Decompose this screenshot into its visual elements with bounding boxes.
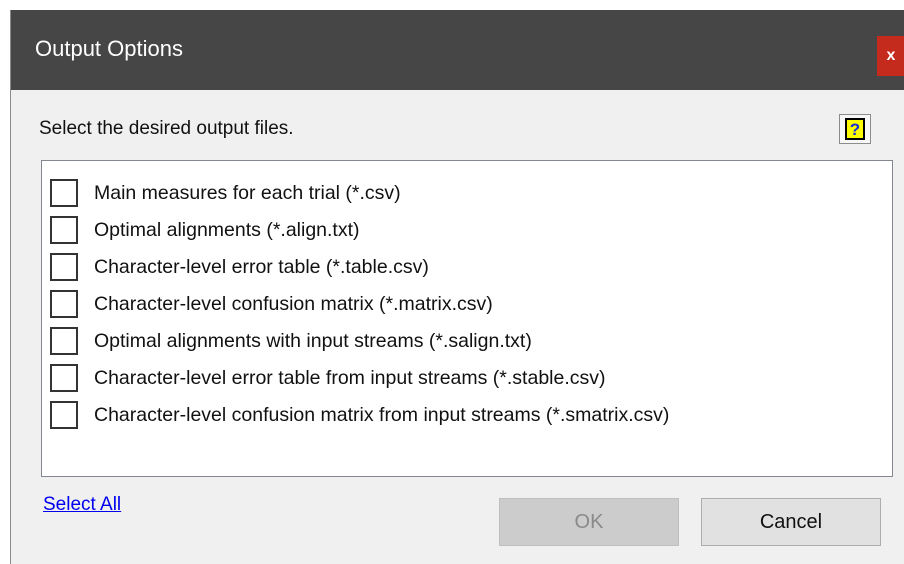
option-label: Character-level confusion matrix from in…: [94, 403, 670, 426]
list-item-error-table-input-streams[interactable]: Character-level error table from input s…: [42, 360, 882, 396]
list-item-optimal-alignments[interactable]: Optimal alignments (*.align.txt): [42, 212, 882, 248]
help-icon: ?: [845, 118, 865, 140]
list-item-alignments-input-streams[interactable]: Optimal alignments with input streams (*…: [42, 323, 882, 359]
option-label: Optimal alignments with input streams (*…: [94, 329, 532, 352]
cancel-button[interactable]: Cancel: [701, 498, 881, 546]
select-all-link[interactable]: Select All: [43, 494, 121, 516]
option-label: Character-level error table from input s…: [94, 366, 606, 389]
checkbox-alignments-input-streams[interactable]: [50, 327, 78, 355]
list-item-error-table[interactable]: Character-level error table (*.table.csv…: [42, 249, 882, 285]
checkbox-confusion-matrix-input-streams[interactable]: [50, 401, 78, 429]
instruction-text: Select the desired output files.: [39, 118, 294, 139]
output-options-dialog: Output Options x Select the desired outp…: [10, 10, 904, 564]
dialog-title: Output Options: [35, 36, 183, 61]
checkbox-main-measures[interactable]: [50, 179, 78, 207]
help-button[interactable]: ?: [839, 114, 871, 144]
output-files-list[interactable]: Main measures for each trial (*.csv) Opt…: [41, 160, 893, 477]
checkbox-error-table-input-streams[interactable]: [50, 364, 78, 392]
close-button[interactable]: x: [877, 36, 904, 76]
option-label: Optimal alignments (*.align.txt): [94, 218, 360, 241]
option-label: Character-level confusion matrix (*.matr…: [94, 292, 493, 315]
checkbox-optimal-alignments[interactable]: [50, 216, 78, 244]
checkbox-confusion-matrix[interactable]: [50, 290, 78, 318]
option-label: Main measures for each trial (*.csv): [94, 181, 401, 204]
checkbox-error-table[interactable]: [50, 253, 78, 281]
list-item-main-measures[interactable]: Main measures for each trial (*.csv): [42, 175, 882, 211]
title-bar[interactable]: Output Options x: [11, 10, 904, 90]
option-label: Character-level error table (*.table.csv…: [94, 255, 429, 278]
list-item-confusion-matrix[interactable]: Character-level confusion matrix (*.matr…: [42, 286, 882, 322]
list-item-confusion-matrix-input-streams[interactable]: Character-level confusion matrix from in…: [42, 397, 882, 433]
ok-button[interactable]: OK: [499, 498, 679, 546]
